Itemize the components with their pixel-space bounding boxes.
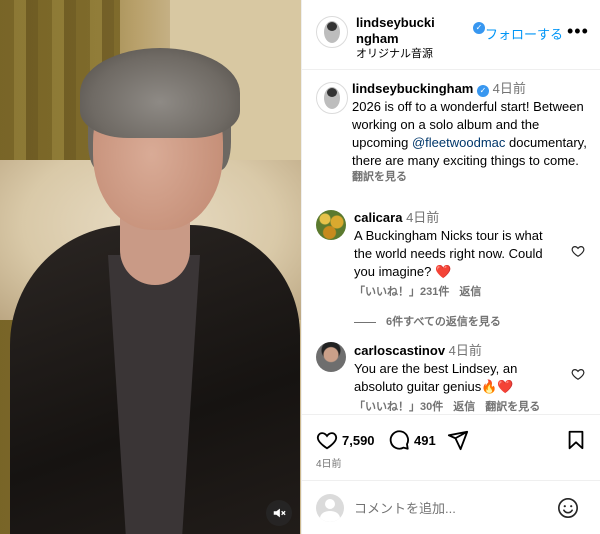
avatar-head <box>325 499 335 509</box>
post-panel: lindseybuckingham ✓ フォローする ••• オリジナル音源 l… <box>301 0 600 534</box>
video-player[interactable] <box>0 0 301 534</box>
comment-username[interactable]: calicara <box>354 210 402 225</box>
comment-icon <box>389 430 409 450</box>
view-replies-divider <box>354 321 376 323</box>
avatar-body <box>320 511 340 522</box>
comment-likes[interactable]: 「いいね！」231件 <box>354 286 449 298</box>
view-replies-button[interactable]: 6件すべての返信を見る <box>354 313 501 329</box>
comment-body: carloscastinov 4日前 You are the best Lind… <box>354 342 564 396</box>
comment-text: A Buckingham Nicks tour is what the worl… <box>354 228 543 279</box>
comment-text: You are the best Lindsey, an absoluto gu… <box>354 361 518 394</box>
author-username[interactable]: lindseybuckingham <box>356 15 442 47</box>
comment-username[interactable]: carloscastinov <box>354 343 445 358</box>
like-count: 7,590 <box>342 432 375 448</box>
commenter-avatar[interactable] <box>316 210 346 240</box>
comment-meta: 「いいね！」231件 返信 <box>354 283 491 299</box>
more-options-icon[interactable]: ••• <box>567 22 589 40</box>
follow-button[interactable]: フォローする <box>485 27 563 43</box>
avatar-hair <box>327 22 337 31</box>
mute-button[interactable] <box>266 500 292 526</box>
caption-time: 4日前 <box>492 81 526 96</box>
caption-author-avatar[interactable] <box>316 82 348 114</box>
comment-body: calicara 4日前 A Buckingham Nicks tour is … <box>354 209 564 281</box>
comment-translate-link[interactable]: 翻訳を見る <box>485 401 540 413</box>
caption-username[interactable]: lindseybuckingham <box>352 81 473 96</box>
comment-button[interactable]: 491 <box>388 429 436 451</box>
commenter-avatar[interactable] <box>316 342 346 372</box>
comment-count: 491 <box>414 432 436 448</box>
heart-icon <box>316 432 338 450</box>
add-comment-bar <box>302 480 600 534</box>
verified-icon: ✓ <box>477 85 489 97</box>
bookmark-icon <box>568 430 584 450</box>
share-button[interactable] <box>447 429 469 451</box>
video-person-hair-top <box>80 48 240 138</box>
save-button[interactable] <box>566 429 586 451</box>
caption-body: lindseybuckingham ✓ 4日前 2026 is off to a… <box>352 80 592 184</box>
avatar-hair <box>327 88 337 97</box>
share-icon <box>447 430 469 451</box>
comment-reply-button[interactable]: 返信 <box>459 286 481 298</box>
comment-like-icon[interactable] <box>571 244 585 258</box>
comment-time: 4日前 <box>406 210 440 225</box>
current-user-avatar <box>316 494 344 522</box>
comment-meta: 「いいね！」30件 返信 翻訳を見る <box>354 398 550 414</box>
comment-reply-button[interactable]: 返信 <box>453 401 475 413</box>
post-header: lindseybuckingham ✓ フォローする ••• オリジナル音源 <box>302 0 600 70</box>
view-replies-label: 6件すべての返信を見る <box>386 316 501 328</box>
comment-input[interactable] <box>354 499 544 517</box>
mute-icon <box>273 508 286 518</box>
comment-like-icon[interactable] <box>571 367 585 381</box>
verified-icon: ✓ <box>473 22 485 34</box>
caption-mention-link[interactable]: @fleetwoodmac <box>412 135 505 150</box>
emoji-button[interactable] <box>557 497 579 524</box>
caption-translate-link[interactable]: 翻訳を見る <box>352 170 592 184</box>
emoji-icon <box>558 498 578 518</box>
comment-time: 4日前 <box>448 343 482 358</box>
posted-time[interactable]: 4日前 <box>316 455 342 470</box>
like-button[interactable]: 7,590 <box>316 429 375 451</box>
audio-label[interactable]: オリジナル音源 <box>356 45 433 61</box>
author-avatar[interactable] <box>316 16 348 48</box>
comment-likes[interactable]: 「いいね！」30件 <box>354 401 443 413</box>
